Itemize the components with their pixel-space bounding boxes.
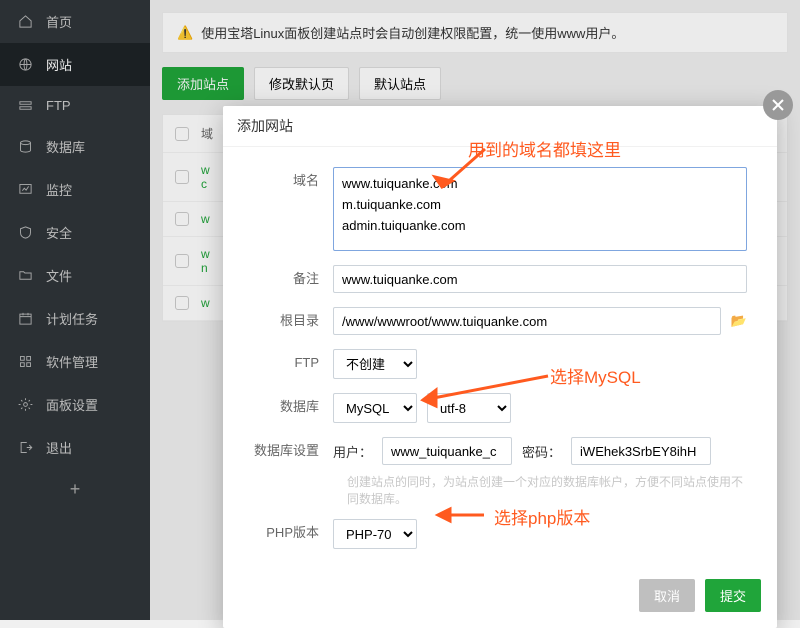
db-user-label: 用户： [333, 442, 372, 461]
domain-textarea[interactable]: www.tuiquanke.com m.tuiquanke.com admin.… [333, 167, 747, 251]
db-hint: 创建站点的同时，为站点创建一个对应的数据库帐户，方便不同站点使用不同数据库。 [347, 473, 747, 507]
annotation-mysql: 选择MySQL [550, 363, 641, 388]
browse-folder-icon[interactable]: 📂 [731, 313, 747, 329]
annotation-php: 选择php版本 [494, 504, 590, 529]
ftp-select[interactable]: 不创建 [333, 349, 417, 379]
db-type-select[interactable]: MySQL [333, 393, 417, 423]
php-label: PHP版本 [253, 519, 333, 547]
db-pass-label: 密码： [522, 442, 561, 461]
db-user-input[interactable] [382, 437, 512, 465]
cancel-button[interactable]: 取消 [639, 579, 695, 612]
add-site-modal: 添加网站 域名 www.tuiquanke.com m.tuiquanke.co… [223, 106, 777, 628]
db-pass-input[interactable] [571, 437, 711, 465]
close-button[interactable] [763, 90, 793, 120]
db-label: 数据库 [253, 393, 333, 421]
root-label: 根目录 [253, 307, 333, 335]
arrow-icon [428, 506, 486, 524]
arrow-icon [430, 147, 490, 197]
submit-button[interactable]: 提交 [705, 579, 761, 612]
domain-label: 域名 [253, 167, 333, 195]
annotation-domain: 用到的域名都填这里 [468, 136, 621, 161]
remark-label: 备注 [253, 265, 333, 293]
db-setting-label: 数据库设置 [253, 437, 333, 465]
php-select[interactable]: PHP-70 [333, 519, 417, 549]
ftp-label: FTP [253, 349, 333, 377]
root-input[interactable] [333, 307, 721, 335]
remark-input[interactable] [333, 265, 747, 293]
arrow-icon [408, 370, 558, 410]
